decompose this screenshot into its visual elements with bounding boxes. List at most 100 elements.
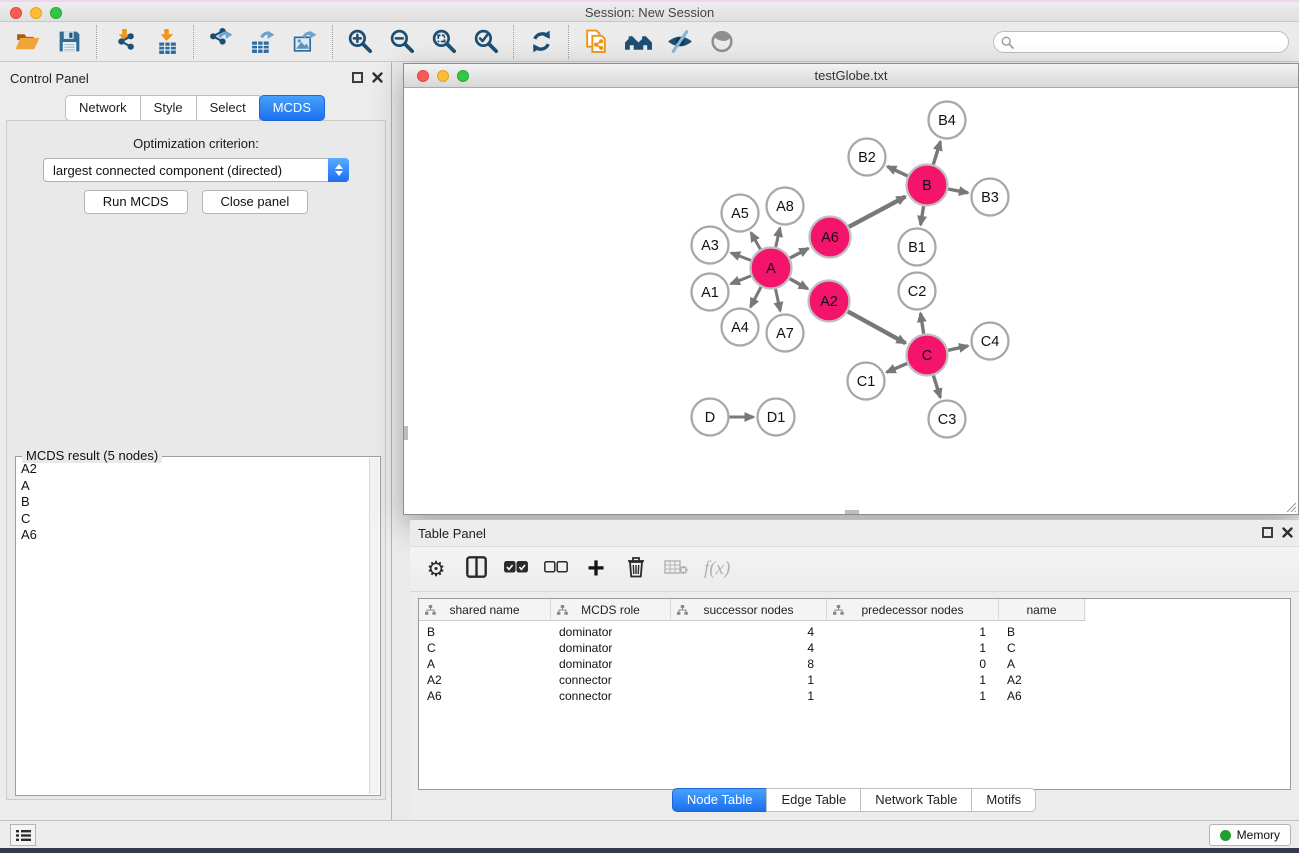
column-header-MCDS-role[interactable]: MCDS role (551, 599, 671, 621)
tab-style[interactable]: Style (140, 95, 197, 121)
table-cell[interactable]: A (419, 656, 551, 672)
edge-A-A6[interactable] (790, 248, 808, 258)
add-row-button[interactable]: + (584, 554, 608, 584)
table-cell[interactable]: 4 (671, 624, 827, 640)
column-header-successor-nodes[interactable]: successor nodes (671, 599, 827, 621)
tab-node-table[interactable]: Node Table (672, 788, 768, 812)
zoom-in-button[interactable] (339, 23, 381, 61)
zoom-selected-button[interactable] (465, 23, 507, 61)
node-A3[interactable]: A3 (692, 227, 729, 264)
edge-A-A5[interactable] (751, 233, 760, 250)
node-B3[interactable]: B3 (972, 179, 1009, 216)
edge-A-A8[interactable] (776, 228, 780, 247)
table-cell[interactable]: dominator (551, 624, 671, 640)
edge-C-C3[interactable] (933, 376, 940, 398)
home-button[interactable] (617, 23, 659, 61)
column-header-predecessor-nodes[interactable]: predecessor nodes (827, 599, 999, 621)
table-cell[interactable]: 8 (671, 656, 827, 672)
table-cell[interactable]: dominator (551, 656, 671, 672)
node-B2[interactable]: B2 (849, 139, 886, 176)
node-B[interactable]: B (907, 165, 948, 206)
tab-network[interactable]: Network (65, 95, 141, 121)
deselect-all-button[interactable] (544, 554, 568, 584)
zoom-out-button[interactable] (381, 23, 423, 61)
table-cell[interactable]: A2 (999, 672, 1085, 688)
node-B1[interactable]: B1 (899, 229, 936, 266)
table-cell[interactable]: B (999, 624, 1085, 640)
node-A5[interactable]: A5 (722, 195, 759, 232)
export-table-button[interactable] (242, 23, 284, 61)
column-header-shared-name[interactable]: shared name (419, 599, 551, 621)
show-columns-button[interactable] (464, 554, 488, 584)
show-panels-button[interactable] (701, 23, 743, 61)
node-A[interactable]: A (751, 248, 792, 289)
table-row[interactable]: Cdominator41C (419, 640, 1290, 656)
table-cell[interactable]: 1 (827, 624, 999, 640)
table-row[interactable]: A2connector11A2 (419, 672, 1290, 688)
node-C2[interactable]: C2 (899, 273, 936, 310)
edge-B-B1[interactable] (921, 206, 924, 225)
refresh-button[interactable] (520, 23, 562, 61)
export-network-button[interactable] (200, 23, 242, 61)
network-canvas[interactable]: B4B2BB3A8A5A6A3B1AC2A1A2A4A7C4CC1C3DD1 (404, 88, 1298, 514)
edge-B-B3[interactable] (948, 189, 968, 193)
import-network-button[interactable] (103, 23, 145, 61)
result-item[interactable]: B (17, 494, 369, 511)
edge-B-B4[interactable] (933, 142, 940, 165)
edge-C-C1[interactable] (887, 363, 908, 372)
node-C3[interactable]: C3 (929, 401, 966, 438)
table-cell[interactable]: A6 (419, 688, 551, 704)
open-button[interactable] (6, 23, 48, 61)
resize-grip-icon[interactable] (1284, 500, 1297, 513)
edge-B-B2[interactable] (887, 167, 907, 176)
result-item[interactable]: A2 (17, 461, 369, 478)
duplicate-network-button[interactable] (575, 23, 617, 61)
network-window-titlebar[interactable]: testGlobe.txt (404, 64, 1298, 88)
memory-button[interactable]: Memory (1209, 824, 1291, 846)
node-D1[interactable]: D1 (758, 399, 795, 436)
close-table-panel-icon[interactable] (1282, 527, 1293, 538)
edge-A-A4[interactable] (751, 287, 762, 307)
edge-A2-C[interactable] (848, 311, 906, 343)
edge-C-C2[interactable] (921, 313, 924, 334)
task-history-button[interactable] (10, 824, 36, 846)
horizontal-scroll-mark[interactable] (845, 510, 859, 514)
table-cell[interactable]: 1 (827, 672, 999, 688)
table-row[interactable]: Bdominator41B (419, 624, 1290, 640)
settings-button[interactable]: ⚙ (424, 554, 448, 584)
tab-mcds[interactable]: MCDS (259, 95, 325, 121)
table-cell[interactable]: C (419, 640, 551, 656)
node-C4[interactable]: C4 (972, 323, 1009, 360)
table-cell[interactable]: dominator (551, 640, 671, 656)
float-table-panel-icon[interactable] (1262, 527, 1273, 538)
table-cell[interactable]: 1 (671, 672, 827, 688)
edge-A-A3[interactable] (731, 253, 751, 261)
close-panel-icon[interactable] (372, 72, 383, 83)
node-A4[interactable]: A4 (722, 309, 759, 346)
table-cell[interactable]: B (419, 624, 551, 640)
edge-A-A1[interactable] (731, 276, 751, 284)
run-mcds-button[interactable]: Run MCDS (84, 190, 188, 214)
export-image-button[interactable] (284, 23, 326, 61)
table-cell[interactable]: A2 (419, 672, 551, 688)
table-cell[interactable]: connector (551, 688, 671, 704)
node-A7[interactable]: A7 (767, 315, 804, 352)
tab-select[interactable]: Select (196, 95, 260, 121)
table-cell[interactable]: 1 (671, 688, 827, 704)
hide-panels-button[interactable] (659, 23, 701, 61)
table-cell[interactable]: connector (551, 672, 671, 688)
import-table-button[interactable] (145, 23, 187, 61)
vertical-scroll-mark[interactable] (404, 426, 408, 440)
node-A2[interactable]: A2 (809, 281, 850, 322)
tab-motifs[interactable]: Motifs (971, 788, 1036, 812)
table-cell[interactable]: 4 (671, 640, 827, 656)
node-D[interactable]: D (692, 399, 729, 436)
table-cell[interactable]: A (999, 656, 1085, 672)
tab-network-table[interactable]: Network Table (860, 788, 972, 812)
node-A1[interactable]: A1 (692, 274, 729, 311)
node-C[interactable]: C (907, 335, 948, 376)
float-panel-icon[interactable] (352, 72, 363, 83)
select-all-button[interactable] (504, 554, 528, 584)
table-cell[interactable]: 1 (827, 688, 999, 704)
delete-row-button[interactable] (624, 554, 648, 584)
